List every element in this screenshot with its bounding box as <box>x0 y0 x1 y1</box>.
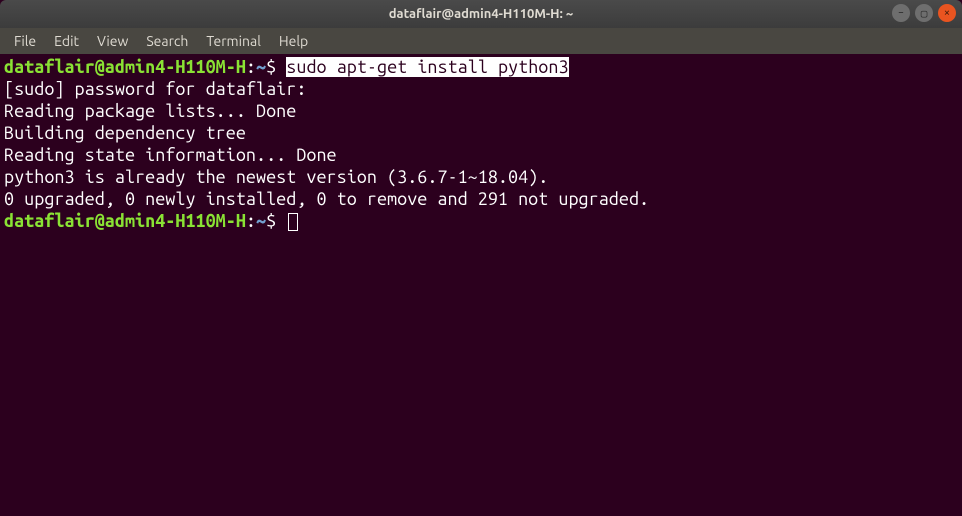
command-line-1: dataflair@admin4-H110M-H:~$ sudo apt-get… <box>4 56 958 78</box>
maximize-button[interactable]: ▢ <box>915 4 933 22</box>
prompt-symbol: $ <box>266 57 276 77</box>
prompt-user-host-2: dataflair@admin4-H110M-H <box>4 211 246 231</box>
prompt-colon-2: : <box>246 211 256 231</box>
output-line-3: Building dependency tree <box>4 122 958 144</box>
terminal-area[interactable]: dataflair@admin4-H110M-H:~$ sudo apt-get… <box>0 54 962 234</box>
prompt-path: ~ <box>256 57 266 77</box>
minimize-icon: – <box>898 7 904 19</box>
menubar: File Edit View Search Terminal Help <box>0 28 962 54</box>
command-line-2: dataflair@admin4-H110M-H:~$ <box>4 210 958 232</box>
window-title: dataflair@admin4-H110M-H: ~ <box>389 7 573 21</box>
command-text: sudo apt-get install python3 <box>286 57 568 77</box>
menu-view[interactable]: View <box>89 30 136 52</box>
prompt-user-host: dataflair@admin4-H110M-H <box>4 57 246 77</box>
minimize-button[interactable]: – <box>892 4 910 22</box>
menu-help[interactable]: Help <box>271 30 316 52</box>
menu-search[interactable]: Search <box>138 30 196 52</box>
prompt-colon: : <box>246 57 256 77</box>
cursor-icon <box>288 213 298 231</box>
prompt-symbol-2: $ <box>266 211 276 231</box>
close-icon: × <box>944 7 950 19</box>
window-controls: – ▢ × <box>892 4 956 22</box>
prompt-path-2: ~ <box>256 211 266 231</box>
window-titlebar: dataflair@admin4-H110M-H: ~ – ▢ × <box>0 0 962 28</box>
close-button[interactable]: × <box>938 4 956 22</box>
output-line-1: [sudo] password for dataflair: <box>4 78 958 100</box>
output-line-6: 0 upgraded, 0 newly installed, 0 to remo… <box>4 188 958 210</box>
output-line-5: python3 is already the newest version (3… <box>4 166 958 188</box>
maximize-icon: ▢ <box>921 7 928 20</box>
menu-file[interactable]: File <box>6 30 44 52</box>
menu-terminal[interactable]: Terminal <box>198 30 269 52</box>
menu-edit[interactable]: Edit <box>46 30 87 52</box>
output-line-2: Reading package lists... Done <box>4 100 958 122</box>
output-line-4: Reading state information... Done <box>4 144 958 166</box>
